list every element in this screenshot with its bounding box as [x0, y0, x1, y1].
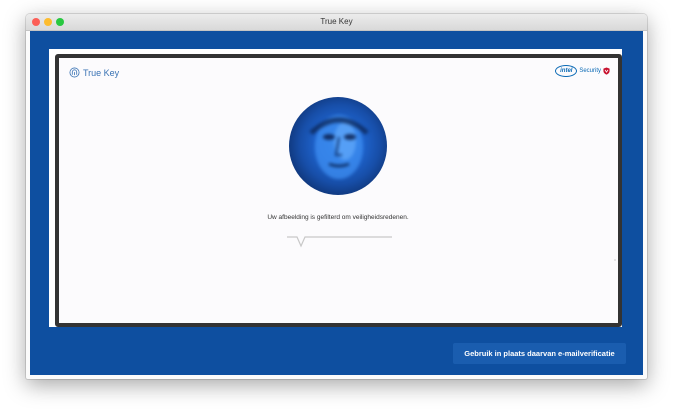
intel-logo: intel [555, 65, 578, 77]
title-bar: True Key [26, 14, 647, 31]
brand-name: True Key [83, 67, 120, 78]
app-window: True Key True Key intel Security Uw afbe… [26, 14, 647, 379]
security-label: Security [579, 68, 601, 74]
mcafee-shield-icon [603, 67, 610, 75]
close-button[interactable] [32, 18, 40, 26]
fingerprint-icon [69, 67, 80, 78]
email-verification-button[interactable]: Gebruik in plaats daarvan e-mailverifica… [453, 343, 626, 364]
zoom-button[interactable] [56, 18, 64, 26]
speech-bubble-pointer [287, 236, 392, 248]
filter-message: Uw afbeelding is gefilterd om veiligheid… [267, 214, 409, 221]
window-title: True Key [320, 17, 353, 26]
intel-security-logo: intel Security [555, 65, 610, 77]
camera-frame: True Key intel Security Uw afbeelding is… [55, 54, 622, 327]
minimize-button[interactable] [44, 18, 52, 26]
true-key-logo: True Key [69, 67, 119, 78]
divider-dot [614, 259, 616, 261]
app-content: True Key intel Security Uw afbeelding is… [30, 31, 643, 375]
content-card: True Key intel Security Uw afbeelding is… [49, 49, 622, 327]
filtered-face-photo [289, 97, 387, 195]
